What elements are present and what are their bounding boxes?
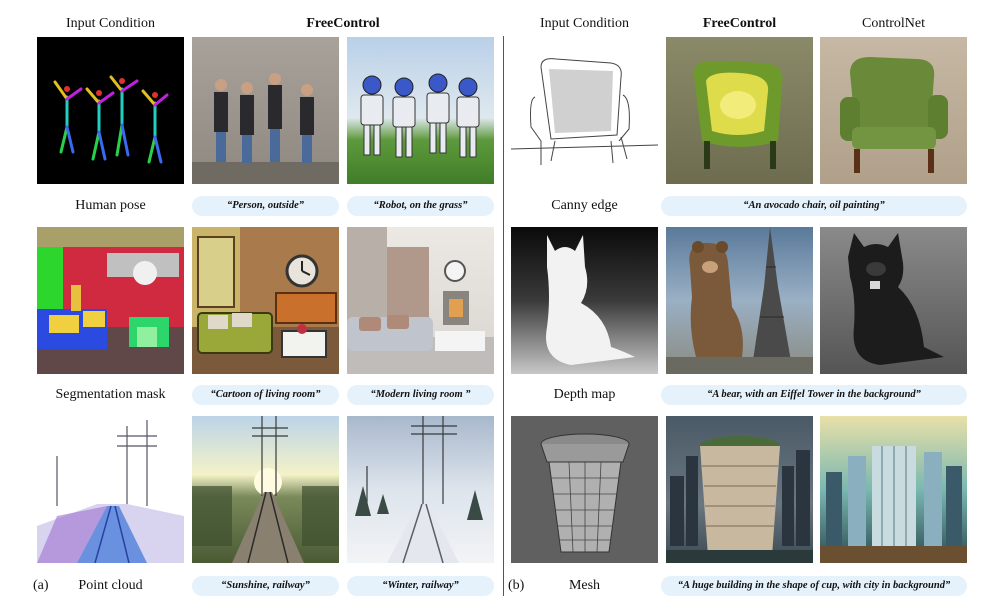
left-header-freecontrol: FreeControl (306, 16, 380, 31)
row-label-human-pose: Human pose (75, 198, 146, 213)
right-header-controlnet: ControlNet (862, 16, 925, 31)
cup-building-controlnet-image (820, 416, 967, 563)
human-pose-input-image (37, 37, 184, 184)
bear-eiffel-freecontrol-image (666, 227, 813, 374)
cartoon-living-room-image (192, 227, 339, 374)
row-label-depth-map: Depth map (553, 387, 616, 402)
row-label-canny-edge: Canny edge (551, 198, 618, 213)
caption-sunshine-railway: “Sunshine, railway” (192, 576, 339, 596)
caption-person-outside: “Person, outside” (192, 196, 339, 216)
cup-building-freecontrol-image (666, 416, 813, 563)
bear-eiffel-controlnet-image (820, 227, 967, 374)
caption-cartoon-living-room: “Cartoon of living room” (192, 385, 339, 405)
caption-modern-living-room: “Modern living room ” (347, 385, 494, 405)
caption-winter-railway: “Winter, railway” (347, 576, 494, 596)
point-cloud-input-image (37, 416, 184, 563)
depth-map-input-image (511, 227, 658, 374)
caption-robot-on-grass: “Robot, on the grass” (347, 196, 494, 216)
person-outside-image (192, 37, 339, 184)
mesh-input-image (511, 416, 658, 563)
modern-living-room-image (347, 227, 494, 374)
caption-avocado-chair: “An avocado chair, oil painting” (661, 196, 967, 216)
row-label-segmentation-mask: Segmentation mask (55, 387, 166, 402)
canny-edge-input-image (511, 37, 658, 184)
row-label-mesh: Mesh (568, 578, 601, 593)
avocado-chair-controlnet-image (820, 37, 967, 184)
left-header-input-condition: Input Condition (65, 16, 156, 31)
row-label-point-cloud: Point cloud (78, 578, 143, 593)
right-header-freecontrol: FreeControl (702, 16, 777, 31)
sunshine-railway-image (192, 416, 339, 563)
segmentation-mask-input-image (37, 227, 184, 374)
right-header-input-condition: Input Condition (539, 16, 630, 31)
panel-divider (503, 36, 504, 596)
avocado-chair-freecontrol-image (666, 37, 813, 184)
caption-cup-building: “A huge building in the shape of cup, wi… (661, 576, 967, 596)
robot-on-grass-image (347, 37, 494, 184)
winter-railway-image (347, 416, 494, 563)
caption-bear-eiffel: “A bear, with an Eiffel Tower in the bac… (661, 385, 967, 405)
